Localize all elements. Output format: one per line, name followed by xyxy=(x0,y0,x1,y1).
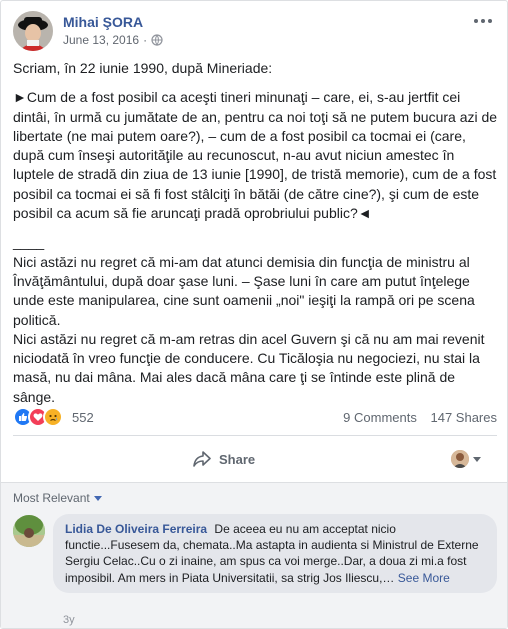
post-paragraph: Nici astăzi nu regret că m-am retras din… xyxy=(13,330,485,405)
reactions-bar: 552 9 Comments 147 Shares xyxy=(13,407,497,427)
comments-section: Most Relevant Lidia De Oliveira Ferreira… xyxy=(1,482,507,628)
post-options-button[interactable] xyxy=(471,13,495,29)
reaction-icons[interactable] xyxy=(13,407,63,427)
share-arrow-icon xyxy=(193,451,211,467)
reaction-count[interactable]: 552 xyxy=(72,410,94,425)
sad-reaction-icon xyxy=(43,407,63,427)
author-name[interactable]: Mihai ŞORA xyxy=(63,14,143,30)
post-paragraph: ►Cum de a fost posibil ca aceşti tineri … xyxy=(13,89,498,222)
commenter-name[interactable]: Lidia De Oliveira Ferreira xyxy=(65,522,207,536)
comment-timestamp[interactable]: 3y xyxy=(63,614,75,626)
share-button[interactable]: Share xyxy=(193,446,255,472)
chevron-down-icon xyxy=(473,456,481,462)
post-meta: June 13, 2016 · xyxy=(63,33,163,47)
post-text: Scriam, în 22 iunie 1990, după Mineriade… xyxy=(13,59,499,407)
post-paragraph: Scriam, în 22 iunie 1990, după Mineriade… xyxy=(13,60,273,76)
more-dot-icon xyxy=(474,19,478,23)
post-header: Mihai ŞORA June 13, 2016 · xyxy=(13,11,499,51)
author-photo-icon xyxy=(13,11,53,51)
divider xyxy=(13,435,497,436)
engagement-counts: 9 Comments 147 Shares xyxy=(333,410,497,425)
see-more-link[interactable]: See More xyxy=(398,571,450,585)
post-paragraph: Nici astăzi nu regret că mi-am dat atunc… xyxy=(13,253,475,328)
chevron-down-icon xyxy=(93,495,102,501)
author-avatar[interactable] xyxy=(13,11,53,51)
comment-bubble: Lidia De Oliveira Ferreira De aceea eu n… xyxy=(53,514,497,593)
share-as-selector[interactable] xyxy=(451,450,481,468)
globe-icon[interactable] xyxy=(151,34,163,46)
commenter-photo-icon xyxy=(13,515,45,547)
more-dot-icon xyxy=(481,19,485,23)
post-date[interactable]: June 13, 2016 xyxy=(63,33,139,47)
more-dot-icon xyxy=(488,19,492,23)
user-avatar xyxy=(451,450,469,468)
post-card: Mihai ŞORA June 13, 2016 · Scriam, în 22… xyxy=(0,0,508,629)
commenter-avatar[interactable] xyxy=(13,515,45,547)
comment-sort-label: Most Relevant xyxy=(13,491,90,505)
shares-count-link[interactable]: 147 Shares xyxy=(431,410,498,425)
post-separator: ____ xyxy=(13,234,45,251)
comment-sort-dropdown[interactable]: Most Relevant xyxy=(13,491,102,505)
share-label: Share xyxy=(219,451,256,467)
comments-count-link[interactable]: 9 Comments xyxy=(343,410,417,425)
